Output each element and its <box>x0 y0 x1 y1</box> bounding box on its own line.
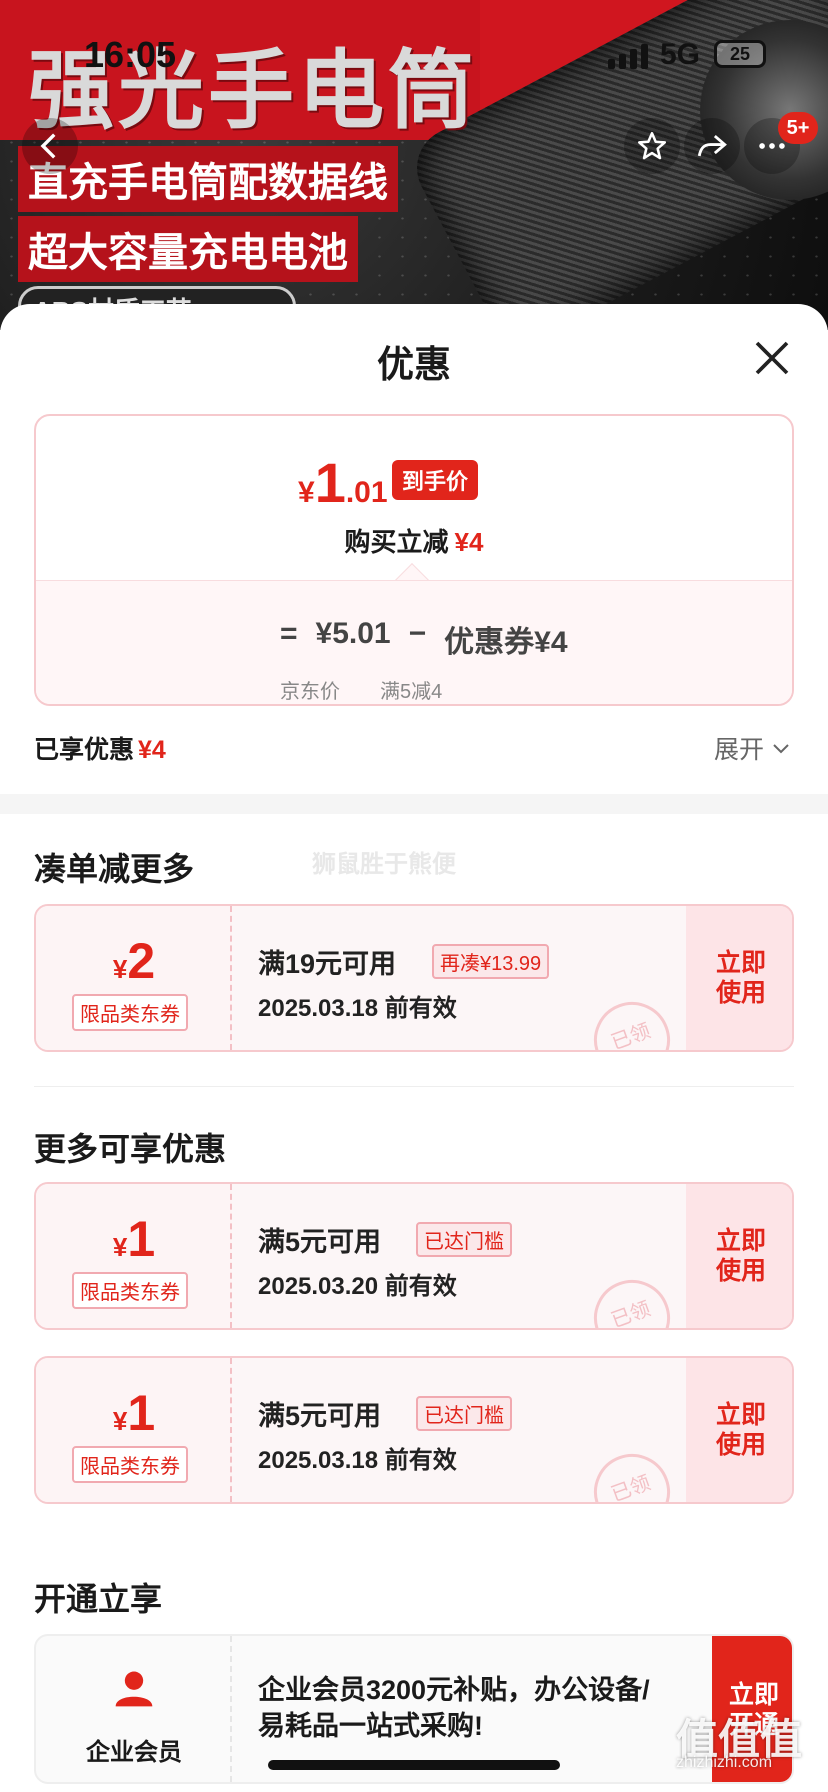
star-icon <box>637 131 667 160</box>
share-button[interactable] <box>684 118 740 174</box>
divider <box>34 1086 794 1087</box>
coupon-card: ¥1 限品类东券 满5元可用 已达门槛 2025.03.18 前有效 已领 立即… <box>34 1356 794 1504</box>
claimed-stamp: 已领 <box>583 1269 681 1328</box>
coupon-chip: 再凑¥13.99 <box>432 944 550 979</box>
share-icon <box>697 135 727 157</box>
jd-price: ¥5.01 <box>315 617 391 650</box>
favorite-button[interactable] <box>624 118 680 174</box>
chevron-left-icon <box>40 133 56 159</box>
member-label: 企业会员 <box>86 1739 182 1766</box>
section-title-open: 开通立享 <box>34 1581 163 1617</box>
coupon-type: 限品类东券 <box>72 994 188 1031</box>
use-coupon-button[interactable]: 立即 使用 <box>686 906 792 1050</box>
coupon-condition: 满5元可用 <box>258 1227 382 1257</box>
claimed-stamp: 已领 <box>583 991 681 1050</box>
instant-discount: 购买立减 ¥4 <box>344 527 484 557</box>
coupon-type: 限品类东券 <box>72 1446 188 1483</box>
back-button[interactable] <box>22 118 78 174</box>
coupon-card: ¥1 限品类东券 满5元可用 已达门槛 2025.03.20 前有效 已领 立即… <box>34 1182 794 1330</box>
coupon-rule-label: 满5减4 <box>380 681 443 703</box>
coupon-condition: 满5元可用 <box>258 1401 382 1431</box>
coupon-expiry: 2025.03.18 前有效 <box>258 995 457 1022</box>
final-price-tag: 到手价 <box>392 460 479 500</box>
network-label: 5G <box>660 38 701 71</box>
battery-icon: 25 <box>714 40 766 68</box>
coupon-expiry: 2025.03.20 前有效 <box>258 1273 457 1300</box>
discount-sheet: 优惠 ¥ 1 .01 到手价 购买立减 ¥4 = ¥5.01 − 优惠券¥4 京东… <box>0 304 828 1792</box>
claimed-stamp: 已领 <box>583 1443 681 1502</box>
coupon-condition: 满19元可用 <box>258 949 397 979</box>
coupon-amount: ¥1 <box>112 1211 156 1267</box>
coupon-amount: ¥2 <box>112 933 156 989</box>
enjoyed-discount: 已享优惠 ¥4 <box>34 736 166 764</box>
chevron-down-icon <box>773 744 789 754</box>
coupon-card: ¥2 限品类东券 满19元可用 再凑¥13.99 2025.03.18 前有效 … <box>34 904 794 1052</box>
minus-sign: − <box>408 617 427 650</box>
home-indicator <box>268 1760 560 1770</box>
final-price-card: ¥ 1 .01 到手价 购买立减 ¥4 = ¥5.01 − 优惠券¥4 京东价 满… <box>34 414 794 706</box>
coupon-type: 限品类东券 <box>72 1272 188 1309</box>
status-bar: 16:05 5G 25 <box>0 0 828 100</box>
coupon-discount: 优惠券¥4 <box>444 626 568 659</box>
final-price: ¥ 1 .01 <box>298 451 388 514</box>
coupon-amount: ¥1 <box>112 1385 156 1441</box>
section-title-more: 更多可享优惠 <box>34 1131 227 1167</box>
sheet-title: 优惠 <box>377 344 451 385</box>
watermark-text: 狮鼠胜于熊便 <box>312 851 456 878</box>
close-icon[interactable] <box>752 338 792 378</box>
hero-line-2: 超大容量充电电池 <box>18 216 358 282</box>
section-divider <box>0 794 828 814</box>
expand-button[interactable]: 展开 <box>714 730 790 766</box>
coupon-chip: 已达门槛 <box>416 1396 512 1431</box>
equals-sign: = <box>280 617 298 650</box>
coupon-expiry: 2025.03.18 前有效 <box>258 1447 457 1474</box>
use-coupon-button[interactable]: 立即 使用 <box>686 1358 792 1502</box>
jd-price-label: 京东价 <box>280 681 340 703</box>
section-title-combine: 凑单减更多 <box>34 851 195 887</box>
signal-icon <box>608 44 648 69</box>
use-coupon-button[interactable]: 立即 使用 <box>686 1184 792 1328</box>
member-benefit-text: 企业会员3200元补贴，办公设备/易耗品一站式采购! <box>258 1675 650 1741</box>
user-icon <box>115 1671 153 1707</box>
price-breakdown: = ¥5.01 − 优惠券¥4 京东价 满5减4 <box>36 580 792 704</box>
site-watermark-url: zhizhizhi.com <box>676 1754 773 1771</box>
status-time: 16:05 <box>84 34 177 75</box>
notification-badge: 5+ <box>778 112 818 144</box>
coupon-chip: 已达门槛 <box>416 1222 512 1257</box>
